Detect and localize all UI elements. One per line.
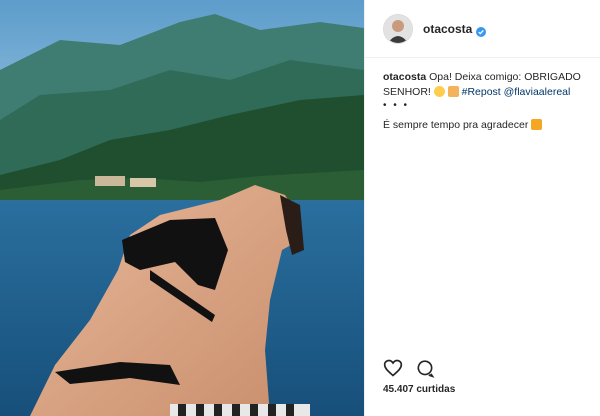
likes-count[interactable]: 45.407 curtidas xyxy=(383,384,455,395)
hashtag-link[interactable]: #Repost xyxy=(462,86,501,98)
post-sidebar: otacosta otacosta Opa! Deixa comigo: OBR… xyxy=(364,0,600,416)
photo-illustration xyxy=(0,0,364,416)
comment-icon[interactable] xyxy=(415,358,435,378)
post-actions xyxy=(383,358,435,378)
instagram-post: otacosta otacosta Opa! Deixa comigo: OBR… xyxy=(0,0,600,416)
post-image[interactable] xyxy=(0,0,364,416)
caption-username[interactable]: otacosta xyxy=(383,71,426,83)
praying-hands-emoji-icon xyxy=(447,86,459,97)
mention-link[interactable]: @flaviaalereal xyxy=(504,86,571,98)
post-caption: otacosta Opa! Deixa comigo: OBRIGADO SEN… xyxy=(365,58,600,133)
avatar[interactable] xyxy=(383,13,413,44)
verified-icon xyxy=(476,24,487,37)
caption-dots: • • • xyxy=(383,100,410,111)
smile-emoji-icon xyxy=(433,86,445,97)
caption-line2: É sempre tempo pra agradecer xyxy=(383,119,529,131)
raised-hands-emoji-icon xyxy=(531,119,543,130)
username[interactable]: otacosta xyxy=(423,22,472,36)
avatar-image xyxy=(384,14,412,43)
heart-icon[interactable] xyxy=(383,358,403,378)
post-header: otacosta xyxy=(365,0,600,58)
